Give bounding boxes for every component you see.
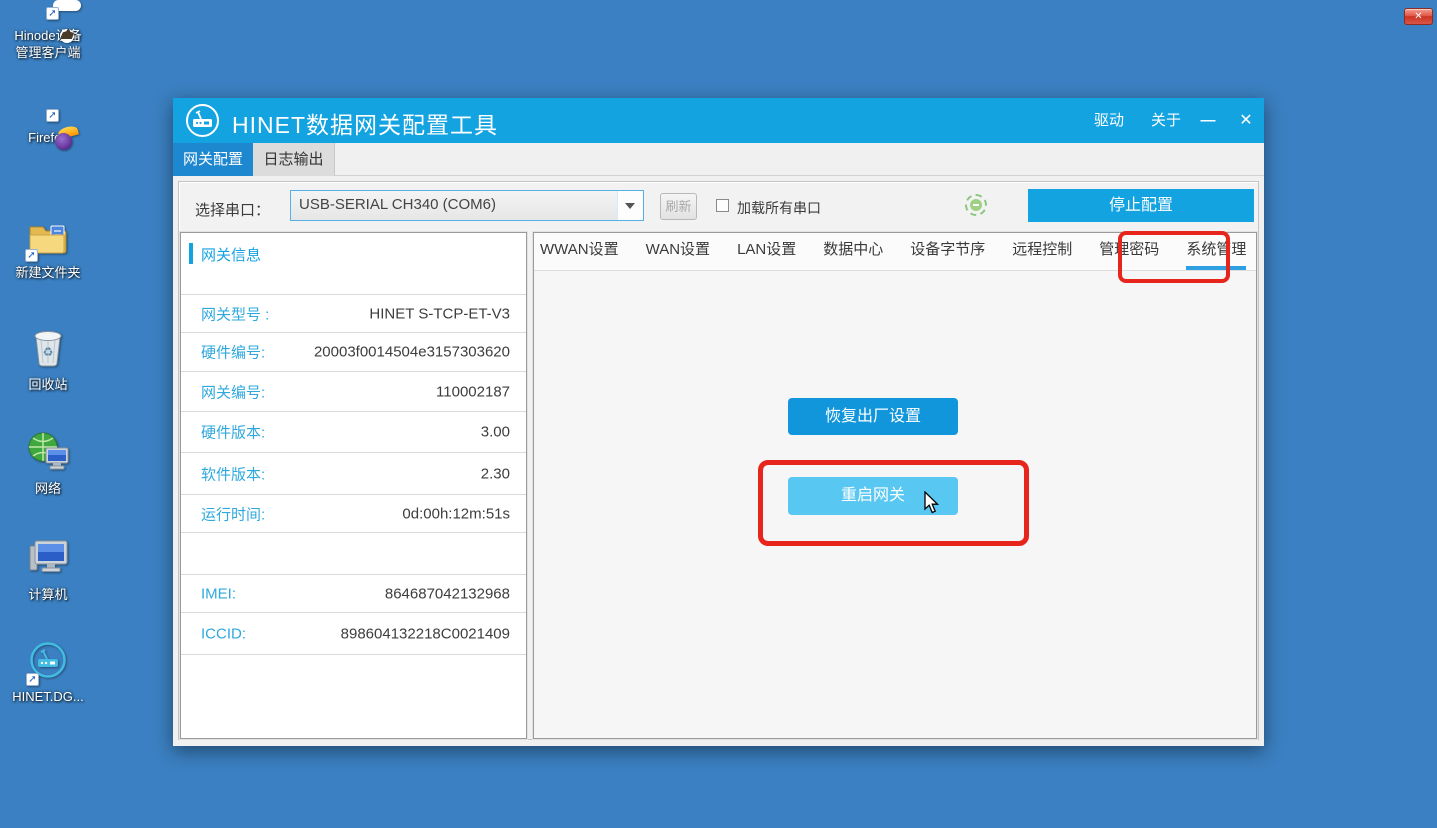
main-tab-bar: 网关配置 日志输出	[173, 143, 1264, 176]
load-all-ports-label: 加载所有串口	[737, 198, 821, 218]
network-globe-icon	[26, 430, 70, 477]
tab-admin-password[interactable]: 管理密码	[1099, 233, 1159, 270]
about-button[interactable]: 关于	[1145, 98, 1187, 143]
info-row-hardware-id: 硬件编号: 20003f0014504e3157303620	[181, 332, 526, 371]
desktop-icon-hinode-client[interactable]: ➚ Hinode设备 管理客户端	[0, 6, 96, 61]
load-all-ports-checkbox[interactable]	[716, 199, 729, 212]
info-value: 898604132218C0021409	[341, 625, 510, 642]
close-button[interactable]: ✕	[1231, 98, 1261, 143]
info-label: 硬件编号:	[201, 342, 265, 363]
window-title: HINET数据网关配置工具	[232, 106, 498, 140]
tab-byte-order[interactable]: 设备字节序	[910, 233, 985, 270]
info-value: 110002187	[436, 383, 510, 400]
driver-button[interactable]: 驱动	[1088, 98, 1130, 143]
info-row-spacer	[181, 654, 526, 655]
config-panel: WWAN设置 WAN设置 LAN设置 数据中心 设备字节序 远程控制 管理密码 …	[533, 232, 1257, 739]
tab-data-center[interactable]: 数据中心	[823, 233, 883, 270]
info-label: 网关编号:	[201, 381, 265, 402]
info-value: 864687042132968	[385, 585, 510, 602]
info-row-gateway-id: 网关编号: 110002187	[181, 371, 526, 411]
combo-arrow-box[interactable]	[617, 191, 643, 220]
tab-wwan-settings[interactable]: WWAN设置	[540, 233, 619, 270]
info-value: 20003f0014504e3157303620	[314, 344, 510, 361]
restore-factory-button[interactable]: 恢复出厂设置	[788, 398, 958, 435]
recycle-bin-icon: ♻	[29, 326, 67, 373]
info-row-uptime: 运行时间: 0d:00h:12m:51s	[181, 494, 526, 532]
desktop-icon-firefox[interactable]: ➚ Firefox	[0, 108, 96, 146]
desktop-icon-label: 回收站	[0, 376, 96, 393]
desktop-icon-label: Firefox	[0, 129, 96, 146]
info-value: 2.30	[481, 465, 510, 482]
screen-close-button[interactable]: ✕	[1404, 8, 1433, 25]
shortcut-arrow-icon: ➚	[25, 249, 38, 262]
info-value: 0d:00h:12m:51s	[402, 505, 510, 522]
computer-icon	[26, 536, 70, 583]
shortcut-arrow-icon: ➚	[26, 673, 39, 686]
window-titlebar: HINET数据网关配置工具 驱动 关于 — ✕	[173, 98, 1264, 143]
info-row-sw-version: 软件版本: 2.30	[181, 452, 526, 494]
desktop: ➚ Hinode设备 管理客户端 ➚ Firefox ➚ 新建文件夹	[0, 0, 1437, 828]
desktop-icon-new-folder[interactable]: ➚ 新建文件夹	[0, 220, 96, 281]
tab-gateway-config[interactable]: 网关配置	[173, 143, 253, 176]
info-label: 硬件版本:	[201, 422, 265, 443]
desktop-icon-label: 计算机	[0, 586, 96, 603]
gateway-info-panel: 网关信息 网关型号 : HINET S-TCP-ET-V3 硬件编号: 2000…	[180, 232, 527, 739]
tab-remote-control[interactable]: 远程控制	[1012, 233, 1072, 270]
info-value: 3.00	[481, 424, 510, 441]
desktop-icon-label: 新建文件夹	[0, 264, 96, 281]
router-app-icon	[186, 104, 219, 137]
serial-port-label: 选择串口：	[195, 199, 270, 220]
shortcut-arrow-icon: ➚	[46, 7, 59, 20]
refresh-button[interactable]: 刷新	[660, 193, 697, 220]
shortcut-arrow-icon: ➚	[46, 109, 59, 122]
info-label: 运行时间:	[201, 503, 265, 524]
app-window: HINET数据网关配置工具 驱动 关于 — ✕ 网关配置 日志输出 选择串口： …	[173, 98, 1264, 746]
tab-log-output[interactable]: 日志输出	[253, 143, 335, 176]
config-tab-bar: WWAN设置 WAN设置 LAN设置 数据中心 设备字节序 远程控制 管理密码 …	[534, 233, 1256, 271]
minimize-button[interactable]: —	[1195, 98, 1221, 143]
info-label: 软件版本:	[201, 463, 265, 484]
svg-text:♻: ♻	[43, 345, 54, 359]
info-label: 网关型号 :	[201, 303, 269, 324]
stop-config-button[interactable]: 停止配置	[1028, 189, 1254, 222]
desktop-icon-network[interactable]: 网络	[0, 430, 96, 497]
tab-wan-settings[interactable]: WAN设置	[646, 233, 710, 270]
info-label: ICCID:	[201, 625, 246, 642]
tab-system-management[interactable]: 系统管理	[1186, 233, 1246, 270]
tab-lan-settings[interactable]: LAN设置	[737, 233, 796, 270]
desktop-icon-hinet-dg[interactable]: ➚ HINET.DG...	[0, 640, 96, 705]
info-value: HINET S-TCP-ET-V3	[369, 305, 510, 322]
info-row-hw-version: 硬件版本: 3.00	[181, 411, 526, 452]
info-row-iccid: ICCID: 898604132218C0021409	[181, 612, 526, 654]
status-bulb-icon	[965, 194, 987, 216]
desktop-icon-label: 网络	[0, 480, 96, 497]
panel-accent-bar	[189, 243, 193, 264]
desktop-icon-recycle-bin[interactable]: ♻ 回收站	[0, 326, 96, 393]
gateway-info-title: 网关信息	[201, 244, 261, 265]
desktop-icon-computer[interactable]: 计算机	[0, 536, 96, 603]
info-row-spacer	[181, 532, 526, 574]
info-label: IMEI:	[201, 585, 236, 602]
info-row-imei: IMEI: 864687042132968	[181, 574, 526, 612]
mouse-cursor	[923, 491, 945, 515]
desktop-icon-label: HINET.DG...	[0, 688, 96, 705]
serial-port-value: USB-SERIAL CH340 (COM6)	[299, 196, 496, 213]
folder-icon: ➚	[27, 220, 69, 261]
chevron-down-icon	[625, 203, 635, 209]
serial-port-select[interactable]: USB-SERIAL CH340 (COM6)	[290, 190, 644, 221]
desktop-icon-label: Hinode设备	[0, 27, 96, 44]
info-row-model: 网关型号 : HINET S-TCP-ET-V3	[181, 294, 526, 332]
desktop-icon-label: 管理客户端	[0, 44, 96, 61]
hinet-router-icon: ➚	[28, 640, 68, 685]
